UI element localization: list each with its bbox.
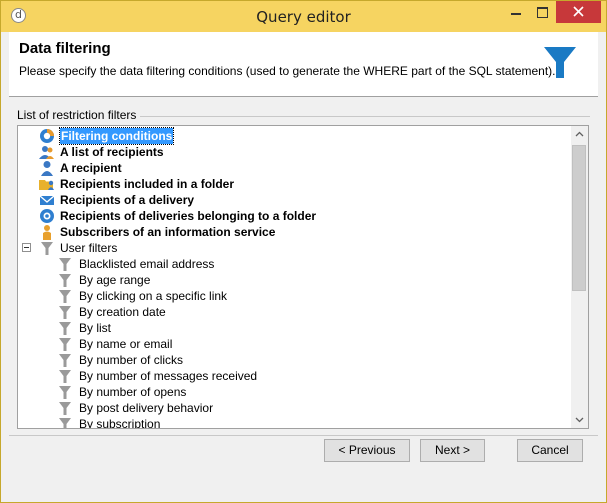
- page-title: Data filtering: [19, 40, 111, 57]
- funnel-icon: [59, 258, 71, 271]
- group-divider: [140, 116, 590, 117]
- title-bar[interactable]: Query editor: [1, 1, 606, 32]
- subscriber-icon: [43, 225, 51, 240]
- filtering-conditions-icon: [40, 129, 54, 143]
- tree-item-label: By creation date: [79, 305, 166, 319]
- tree-item-a-recipient[interactable]: A recipient: [18, 160, 570, 176]
- tree-item-subscribers[interactable]: Subscribers of an information service: [18, 224, 570, 240]
- tree-item-by-creation-date[interactable]: By creation date: [18, 304, 570, 320]
- tree-item-by-messages-received[interactable]: By number of messages received: [18, 368, 570, 384]
- recipient-icon: [41, 161, 53, 176]
- filters-group-label: List of restriction filters: [17, 108, 137, 122]
- funnel-icon: [59, 402, 71, 415]
- funnel-icon: [59, 354, 71, 367]
- tree-item-recipients-of-delivery[interactable]: Recipients of a delivery: [18, 192, 570, 208]
- delivery-folder-icon: [40, 209, 54, 223]
- tree-item-label: By list: [79, 321, 112, 335]
- funnel-icon: [59, 290, 71, 303]
- next-button[interactable]: Next >: [420, 439, 485, 462]
- recipient-list-icon: [39, 146, 54, 159]
- close-icon: [573, 6, 584, 17]
- minimize-button[interactable]: [503, 1, 529, 23]
- tree-item-by-number-of-opens[interactable]: By number of opens: [18, 384, 570, 400]
- tree-item-label: By post delivery behavior: [79, 401, 214, 415]
- query-editor-window: Query editor Data filtering Please speci…: [0, 0, 607, 503]
- scroll-thumb[interactable]: [572, 145, 586, 291]
- tree-item-label: By number of clicks: [79, 353, 184, 367]
- tree-item-by-list[interactable]: By list: [18, 320, 570, 336]
- tree-item-label: Filtering conditions: [58, 127, 175, 145]
- tree-item-label: By clicking on a specific link: [79, 289, 228, 303]
- funnel-icon: [59, 322, 71, 335]
- funnel-icon: [59, 274, 71, 287]
- tree-item-by-number-of-clicks[interactable]: By number of clicks: [18, 352, 570, 368]
- wizard-header: Data filtering Please specify the data f…: [9, 32, 598, 96]
- funnel-icon: [41, 242, 53, 255]
- tree-item-label: Subscribers of an information service: [60, 225, 276, 239]
- header-divider: [9, 96, 598, 97]
- tree-item-label: Recipients included in a folder: [60, 177, 235, 191]
- tree-item-filtering-conditions[interactable]: Filtering conditions: [18, 127, 570, 145]
- tree-item-list-of-recipients[interactable]: A list of recipients: [18, 144, 570, 160]
- tree-item-by-clicking-link[interactable]: By clicking on a specific link: [18, 288, 570, 304]
- scroll-up-button[interactable]: [571, 126, 588, 143]
- funnel-icon: [59, 338, 71, 351]
- tree-item-label: Blacklisted email address: [79, 257, 215, 271]
- close-button[interactable]: [556, 1, 601, 23]
- maximize-button[interactable]: [529, 1, 555, 23]
- funnel-icon: [59, 370, 71, 383]
- tree-item-label: By number of messages received: [79, 369, 258, 383]
- tree-item-recipients-deliveries-folder[interactable]: Recipients of deliveries belonging to a …: [18, 208, 570, 224]
- funnel-icon: [59, 306, 71, 319]
- restriction-filters-tree[interactable]: Filtering conditions A list of recipient…: [17, 125, 589, 429]
- page-subtitle: Please specify the data filtering condit…: [19, 64, 556, 78]
- funnel-icon: [59, 386, 71, 399]
- chevron-up-icon: [575, 131, 584, 137]
- scroll-down-button[interactable]: [571, 411, 588, 428]
- tree-list: Filtering conditions A list of recipient…: [18, 127, 570, 429]
- funnel-icon: [59, 418, 71, 428]
- vertical-scrollbar[interactable]: [571, 126, 588, 428]
- delivery-envelope-icon: [39, 195, 55, 205]
- tree-item-label: By subscription: [79, 417, 161, 429]
- tree-item-label: By number of opens: [79, 385, 187, 399]
- tree-item-user-filters[interactable]: User filters: [18, 240, 570, 256]
- tree-item-label: User filters: [60, 241, 118, 255]
- tree-item-label: A recipient: [60, 161, 122, 175]
- cancel-button[interactable]: Cancel: [517, 439, 583, 462]
- previous-button[interactable]: < Previous: [324, 439, 410, 462]
- tree-item-by-name-or-email[interactable]: By name or email: [18, 336, 570, 352]
- tree-item-recipients-in-folder[interactable]: Recipients included in a folder: [18, 176, 570, 192]
- tree-item-by-subscription[interactable]: By subscription: [18, 416, 570, 429]
- tree-item-by-post-delivery-behavior[interactable]: By post delivery behavior: [18, 400, 570, 416]
- tree-item-by-age-range[interactable]: By age range: [18, 272, 570, 288]
- tree-item-blacklisted-email[interactable]: Blacklisted email address: [18, 256, 570, 272]
- tree-item-label: By age range: [79, 273, 151, 287]
- footer-divider: [9, 435, 598, 436]
- funnel-icon: [544, 47, 576, 78]
- tree-item-label: By name or email: [79, 337, 173, 351]
- folder-recipients-icon: [39, 180, 54, 190]
- chevron-down-icon: [575, 417, 584, 423]
- tree-item-label: Recipients of deliveries belonging to a …: [60, 209, 317, 223]
- collapse-toggle[interactable]: [22, 243, 31, 252]
- tree-item-label: Recipients of a delivery: [60, 193, 195, 207]
- tree-item-label: A list of recipients: [60, 145, 164, 159]
